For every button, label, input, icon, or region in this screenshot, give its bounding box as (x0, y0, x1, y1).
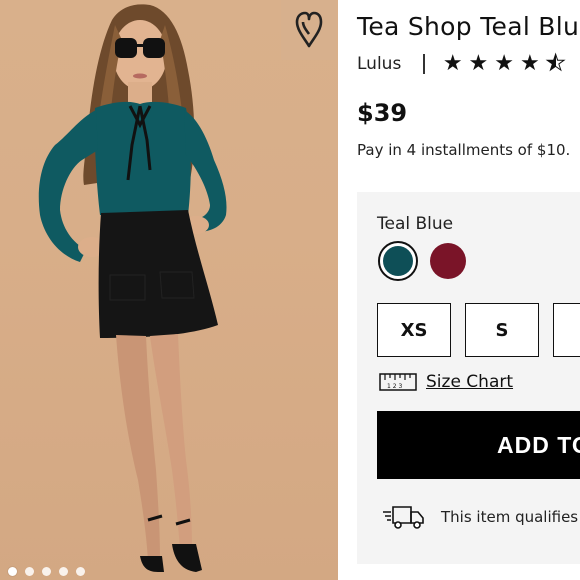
star-icon: ★ (468, 51, 489, 76)
ruler-icon: 1 2 3 (379, 373, 417, 391)
color-swatch-burgundy[interactable] (430, 243, 466, 279)
star-icon: ★ (494, 51, 515, 76)
half-star-icon: ★ (545, 52, 566, 75)
gallery-dot[interactable] (76, 567, 85, 576)
gallery-dot[interactable] (59, 567, 68, 576)
shipping-text: This item qualifies for free shipping (441, 508, 580, 526)
price: $39 (357, 99, 408, 127)
favorite-button[interactable] (281, 0, 336, 60)
gallery-pagination (8, 567, 85, 576)
installments-text: Pay in 4 installments of $10. (357, 141, 571, 159)
delivery-truck-icon (383, 506, 424, 529)
gallery-dot[interactable] (8, 567, 17, 576)
svg-text:1 2 3: 1 2 3 (387, 383, 402, 390)
color-swatch-teal-blue[interactable] (378, 241, 418, 281)
brand-link[interactable]: Lulus (357, 54, 401, 74)
shipping-info: This item qualifies for free shipping (381, 504, 580, 530)
gallery-dot[interactable] (25, 567, 34, 576)
star-icon: ★ (520, 51, 540, 76)
product-info-panel: Tea Shop Teal Blue Top Lulus ★ ★ ★ ★ ★ $… (338, 0, 580, 580)
size-option-xs[interactable]: XS (377, 303, 451, 357)
rating-stars[interactable]: ★ ★ ★ ★ ★ (442, 51, 566, 76)
size-option-m[interactable]: M (553, 303, 580, 357)
gallery-dot[interactable] (42, 567, 51, 576)
size-chart-label: Size Chart (426, 372, 514, 392)
product-title: Tea Shop Teal Blue Top (357, 12, 580, 41)
brand-rating-row: Lulus ★ ★ ★ ★ ★ (357, 51, 566, 76)
selected-color-label: Teal Blue (377, 214, 454, 234)
product-image[interactable] (0, 0, 338, 580)
options-panel: Teal Blue XS S M 1 2 3 Size Chart ADD TO… (357, 192, 580, 564)
heart-icon (295, 11, 322, 48)
add-to-bag-button[interactable]: ADD TO BAG (377, 411, 580, 479)
divider (423, 54, 425, 74)
model-illustration (38, 4, 227, 572)
star-icon: ★ (442, 51, 463, 76)
size-option-s[interactable]: S (465, 303, 539, 357)
size-chart-link[interactable]: 1 2 3 Size Chart (379, 372, 513, 392)
